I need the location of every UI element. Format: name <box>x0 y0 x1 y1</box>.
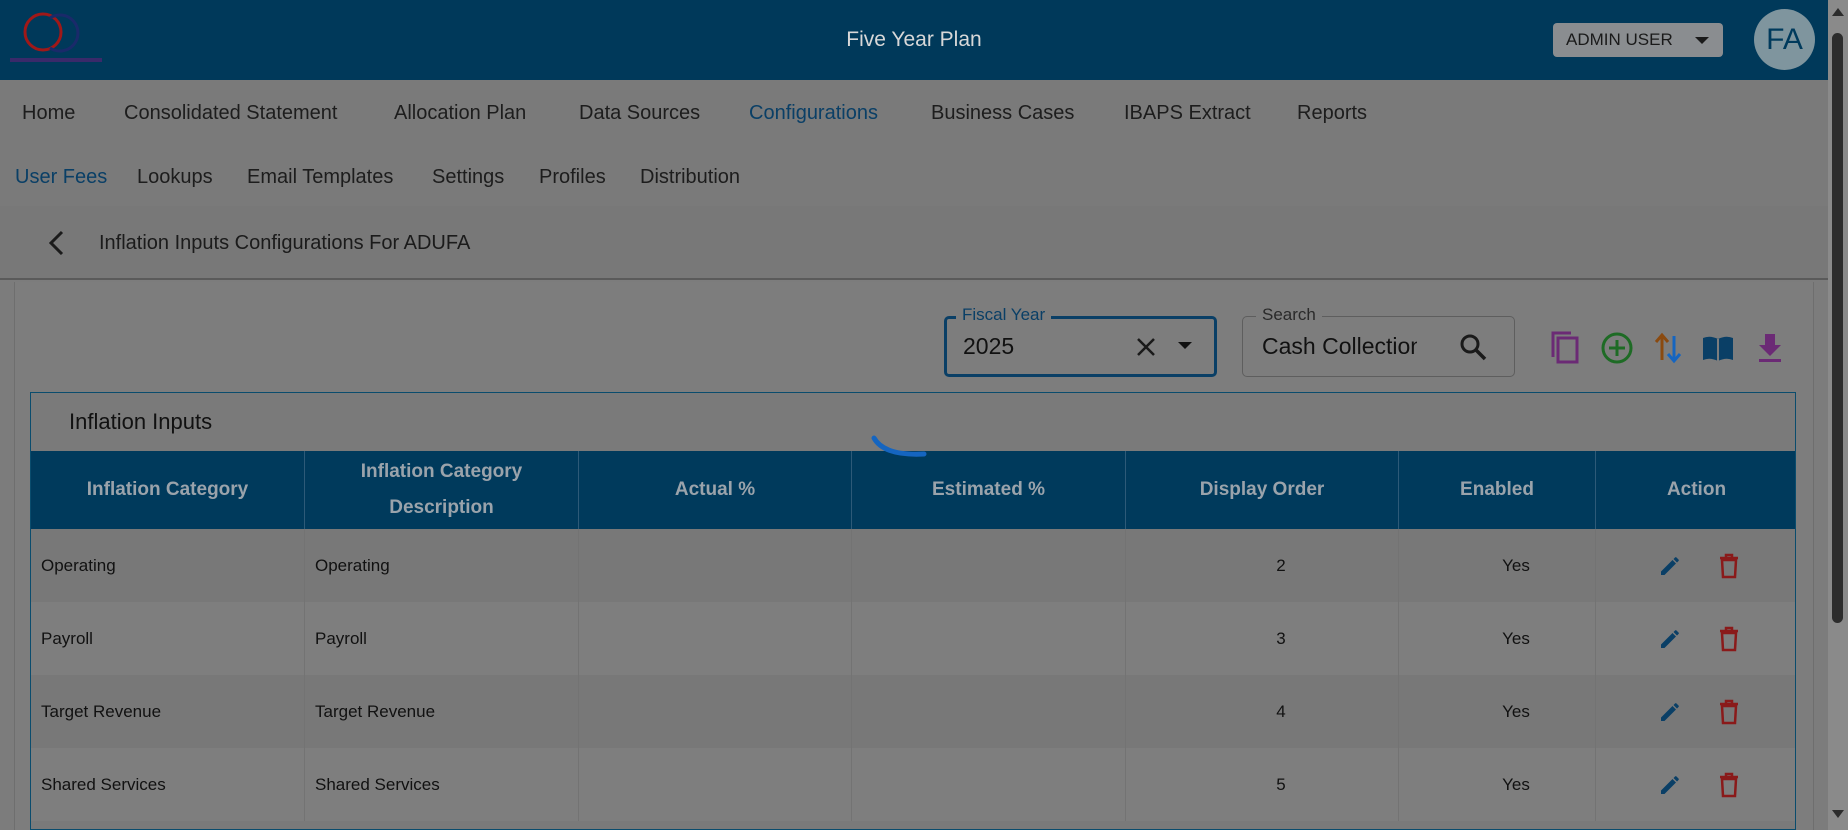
cell-inflation-category-description: Shared Services <box>305 748 579 821</box>
cell-inflation-category: Operating <box>31 529 305 602</box>
cell-inflation-category-description: Payroll <box>305 602 579 675</box>
table-row: Target Revenue Target Revenue 4 Yes <box>31 675 1795 748</box>
cell-display-order: 4 <box>1126 675 1399 748</box>
search-value[interactable]: Cash Collection <box>1262 333 1417 360</box>
column-header-inflation-category[interactable]: Inflation Category <box>31 451 305 529</box>
nav-item-ibaps-extract[interactable]: IBAPS Extract <box>1124 102 1251 125</box>
add-circle-icon[interactable] <box>1599 330 1635 366</box>
delete-icon[interactable] <box>1717 772 1741 798</box>
chevron-down-icon[interactable] <box>1178 342 1192 349</box>
column-header-enabled[interactable]: Enabled <box>1399 451 1596 529</box>
subnav-item-lookups[interactable]: Lookups <box>137 166 213 189</box>
primary-nav: Home Consolidated Statement Allocation P… <box>0 80 1828 146</box>
delete-icon[interactable] <box>1717 553 1741 579</box>
cell-estimated <box>852 602 1126 675</box>
nav-item-configurations[interactable]: Configurations <box>749 102 878 125</box>
cell-actual <box>579 602 852 675</box>
scroll-down-arrow-icon[interactable] <box>1832 810 1844 818</box>
nav-item-consolidated-statement[interactable]: Consolidated Statement <box>124 102 337 125</box>
subnav-item-distribution[interactable]: Distribution <box>640 166 740 189</box>
cell-estimated <box>852 675 1126 748</box>
page-title: Inflation Inputs Configurations For ADUF… <box>99 232 471 254</box>
subnav-item-email-templates[interactable]: Email Templates <box>247 166 393 189</box>
book-icon[interactable] <box>1700 330 1736 366</box>
app-header: Five Year Plan ADMIN USER FA <box>0 0 1828 80</box>
table-row: Operating Operating 2 Yes <box>31 529 1795 602</box>
user-menu-button[interactable]: ADMIN USER <box>1553 23 1723 57</box>
cell-estimated <box>852 748 1126 821</box>
avatar[interactable]: FA <box>1754 9 1815 70</box>
cell-inflation-category: Target Revenue <box>31 675 305 748</box>
scrollbar-thumb[interactable] <box>1832 33 1843 623</box>
page-scrollbar[interactable] <box>1828 0 1848 830</box>
table-title: Inflation Inputs <box>69 409 213 434</box>
copy-icon[interactable] <box>1547 330 1583 366</box>
subnav-item-profiles[interactable]: Profiles <box>539 166 606 189</box>
table-row: Shared Services Shared Services 5 Yes <box>31 748 1795 821</box>
back-arrow-icon[interactable] <box>45 230 69 256</box>
cell-estimated <box>852 529 1126 602</box>
download-icon[interactable] <box>1752 330 1788 366</box>
subnav-item-settings[interactable]: Settings <box>432 166 504 189</box>
cell-actual <box>579 748 852 821</box>
delete-icon[interactable] <box>1717 699 1741 725</box>
cell-enabled: Yes <box>1399 602 1596 675</box>
sort-icon[interactable] <box>1650 330 1686 366</box>
search-icon[interactable] <box>1458 332 1488 362</box>
fiscal-year-value: 2025 <box>963 333 1015 359</box>
table-row: Payroll Payroll 3 Yes <box>31 602 1795 675</box>
column-header-display-order[interactable]: Display Order <box>1126 451 1399 529</box>
cell-actual <box>579 529 852 602</box>
scroll-up-arrow-icon[interactable] <box>1832 8 1844 16</box>
cell-enabled: Yes <box>1399 529 1596 602</box>
cell-inflation-category-description: Operating <box>305 529 579 602</box>
nav-item-reports[interactable]: Reports <box>1297 102 1367 125</box>
delete-icon[interactable] <box>1717 626 1741 652</box>
nav-item-home[interactable]: Home <box>22 102 75 125</box>
edit-icon[interactable] <box>1658 554 1682 578</box>
cell-inflation-category-description: Target Revenue <box>305 675 579 748</box>
loading-spinner-icon <box>870 430 930 470</box>
cell-display-order: 5 <box>1126 748 1399 821</box>
fiscal-year-label: Fiscal Year <box>956 305 1052 325</box>
clear-icon[interactable] <box>1133 334 1159 360</box>
search-label: Search <box>1256 305 1322 325</box>
user-menu-label: ADMIN USER <box>1566 30 1673 49</box>
nav-item-allocation-plan[interactable]: Allocation Plan <box>394 102 526 125</box>
column-header-action: Action <box>1666 479 1727 500</box>
edit-icon[interactable] <box>1658 700 1682 724</box>
column-header-actual[interactable]: Actual % <box>579 451 852 529</box>
cell-enabled: Yes <box>1399 748 1596 821</box>
cell-actual <box>579 675 852 748</box>
cell-display-order: 3 <box>1126 602 1399 675</box>
subnav-item-user-fees[interactable]: User Fees <box>15 166 107 189</box>
chevron-down-icon <box>1695 37 1709 44</box>
cell-enabled: Yes <box>1399 675 1596 748</box>
cell-inflation-category: Shared Services <box>31 748 305 821</box>
nav-item-business-cases[interactable]: Business Cases <box>931 102 1074 125</box>
edit-icon[interactable] <box>1658 773 1682 797</box>
secondary-nav: User Fees Lookups Email Templates Settin… <box>0 146 1828 206</box>
cell-inflation-category: Payroll <box>31 602 305 675</box>
nav-item-data-sources[interactable]: Data Sources <box>579 102 700 125</box>
edit-icon[interactable] <box>1658 627 1682 651</box>
column-header-inflation-category-description[interactable]: Inflation Category Description <box>305 451 579 529</box>
page-header: Inflation Inputs Configurations For ADUF… <box>0 206 1828 280</box>
cell-display-order: 2 <box>1126 529 1399 602</box>
